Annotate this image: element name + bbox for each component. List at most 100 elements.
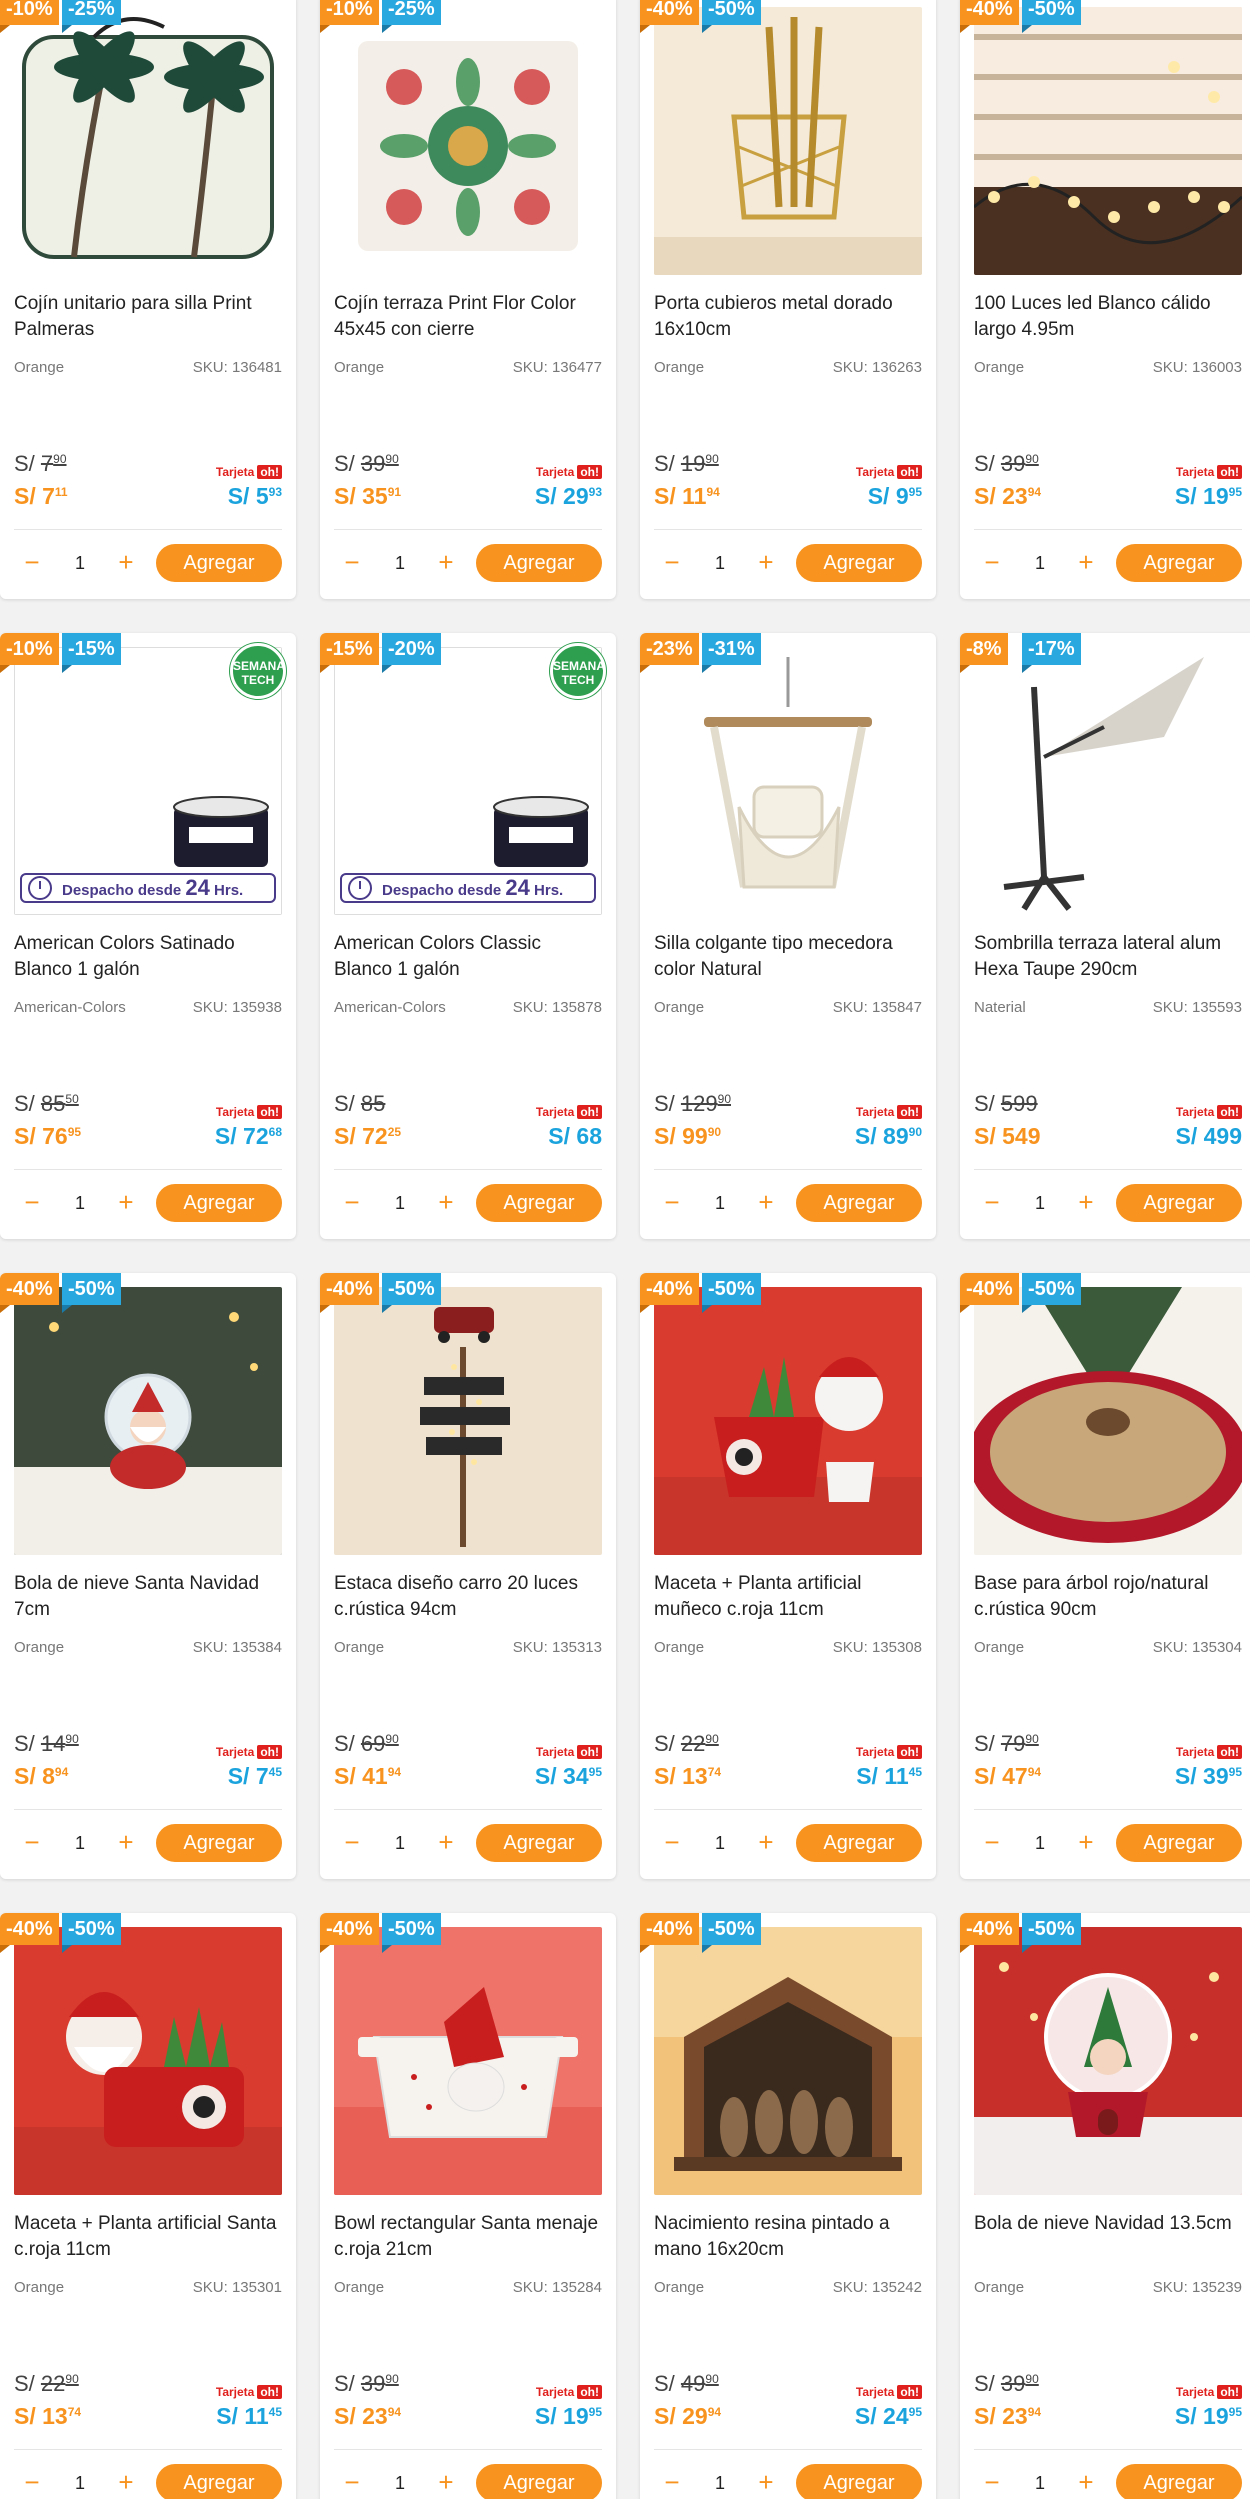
add-to-cart-button[interactable]: Agregar bbox=[1116, 544, 1242, 582]
product-image[interactable] bbox=[334, 1287, 602, 1555]
add-to-cart-button[interactable]: Agregar bbox=[1116, 2464, 1242, 2499]
product-name[interactable]: American Colors Satinado Blanco 1 galón bbox=[14, 931, 284, 983]
add-to-cart-button[interactable]: Agregar bbox=[1116, 1184, 1242, 1222]
product-name[interactable]: Porta cubieros metal dorado 16x10cm bbox=[654, 291, 924, 343]
product-image[interactable] bbox=[14, 1927, 282, 2195]
add-to-cart-button[interactable]: Agregar bbox=[476, 1184, 602, 1222]
minus-icon[interactable]: − bbox=[974, 1185, 1010, 1221]
quantity-value[interactable]: 1 bbox=[382, 545, 418, 581]
product-card[interactable]: -40% -50% Nacimiento resina pintado a mano… bbox=[640, 1913, 936, 2499]
plus-icon[interactable]: + bbox=[108, 2465, 144, 2499]
minus-icon[interactable]: − bbox=[974, 545, 1010, 581]
plus-icon[interactable]: + bbox=[748, 1185, 784, 1221]
minus-icon[interactable]: − bbox=[654, 1185, 690, 1221]
quantity-value[interactable]: 1 bbox=[1022, 2465, 1058, 2499]
product-image[interactable] bbox=[654, 1927, 922, 2195]
product-name[interactable]: Silla colgante tipo mecedora color Natur… bbox=[654, 931, 924, 983]
product-image[interactable] bbox=[654, 647, 922, 915]
minus-icon[interactable]: − bbox=[14, 2465, 50, 2499]
plus-icon[interactable]: + bbox=[108, 1185, 144, 1221]
quantity-value[interactable]: 1 bbox=[382, 1825, 418, 1861]
minus-icon[interactable]: − bbox=[974, 1825, 1010, 1861]
plus-icon[interactable]: + bbox=[748, 2465, 784, 2499]
add-to-cart-button[interactable]: Agregar bbox=[796, 2464, 922, 2499]
minus-icon[interactable]: − bbox=[654, 1825, 690, 1861]
plus-icon[interactable]: + bbox=[428, 2465, 464, 2499]
add-to-cart-button[interactable]: Agregar bbox=[156, 1184, 282, 1222]
plus-icon[interactable]: + bbox=[108, 545, 144, 581]
add-to-cart-button[interactable]: Agregar bbox=[476, 544, 602, 582]
minus-icon[interactable]: − bbox=[14, 1825, 50, 1861]
product-name[interactable]: Estaca diseño carro 20 luces c.rústica 9… bbox=[334, 1571, 604, 1623]
quantity-value[interactable]: 1 bbox=[1022, 1185, 1058, 1221]
quantity-value[interactable]: 1 bbox=[702, 1185, 738, 1221]
plus-icon[interactable]: + bbox=[1068, 1185, 1104, 1221]
product-card[interactable]: -40% -50% 100 Luces led Blanco cálido larg… bbox=[960, 0, 1250, 599]
product-card[interactable]: -40% -50% Bowl rectangular Santa menaje c.… bbox=[320, 1913, 616, 2499]
quantity-value[interactable]: 1 bbox=[382, 1185, 418, 1221]
add-to-cart-button[interactable]: Agregar bbox=[156, 2464, 282, 2499]
minus-icon[interactable]: − bbox=[334, 1825, 370, 1861]
plus-icon[interactable]: + bbox=[1068, 1825, 1104, 1861]
plus-icon[interactable]: + bbox=[428, 545, 464, 581]
quantity-value[interactable]: 1 bbox=[702, 2465, 738, 2499]
quantity-value[interactable]: 1 bbox=[382, 2465, 418, 2499]
product-card[interactable]: -8% -17% Sombrilla terraza lateral alum He… bbox=[960, 633, 1250, 1239]
product-name[interactable]: Cojín terraza Print Flor Color 45x45 con… bbox=[334, 291, 604, 343]
add-to-cart-button[interactable]: Agregar bbox=[796, 544, 922, 582]
product-card[interactable]: -10% -15% Despacho desde 24 Hrs. SEMANA TEC… bbox=[0, 633, 296, 1239]
plus-icon[interactable]: + bbox=[428, 1185, 464, 1221]
product-card[interactable]: -40% -50% Maceta + Planta artificial muñec… bbox=[640, 1273, 936, 1879]
product-name[interactable]: Base para árbol rojo/natural c.rústica 9… bbox=[974, 1571, 1244, 1623]
add-to-cart-button[interactable]: Agregar bbox=[476, 1824, 602, 1862]
plus-icon[interactable]: + bbox=[748, 1825, 784, 1861]
product-name[interactable]: Nacimiento resina pintado a mano 16x20cm bbox=[654, 2211, 924, 2263]
plus-icon[interactable]: + bbox=[748, 545, 784, 581]
minus-icon[interactable]: − bbox=[654, 2465, 690, 2499]
add-to-cart-button[interactable]: Agregar bbox=[796, 1824, 922, 1862]
quantity-value[interactable]: 1 bbox=[702, 545, 738, 581]
product-image[interactable] bbox=[654, 7, 922, 275]
product-card[interactable]: -40% -50% Estaca diseño carro 20 luces c.r… bbox=[320, 1273, 616, 1879]
product-image[interactable] bbox=[974, 1927, 1242, 2195]
minus-icon[interactable]: − bbox=[654, 545, 690, 581]
product-name[interactable]: Bowl rectangular Santa menaje c.roja 21c… bbox=[334, 2211, 604, 2263]
quantity-value[interactable]: 1 bbox=[1022, 1825, 1058, 1861]
minus-icon[interactable]: − bbox=[974, 2465, 1010, 2499]
product-card[interactable]: -40% -50% Base para árbol rojo/natural c.r… bbox=[960, 1273, 1250, 1879]
add-to-cart-button[interactable]: Agregar bbox=[796, 1184, 922, 1222]
product-name[interactable]: Cojín unitario para silla Print Palmeras bbox=[14, 291, 284, 343]
quantity-value[interactable]: 1 bbox=[62, 545, 98, 581]
product-card[interactable]: -23% -31% Silla colgante tipo mecedora col… bbox=[640, 633, 936, 1239]
product-name[interactable]: American Colors Classic Blanco 1 galón bbox=[334, 931, 604, 983]
quantity-value[interactable]: 1 bbox=[62, 1185, 98, 1221]
product-image[interactable] bbox=[654, 1287, 922, 1555]
add-to-cart-button[interactable]: Agregar bbox=[476, 2464, 602, 2499]
plus-icon[interactable]: + bbox=[1068, 2465, 1104, 2499]
plus-icon[interactable]: + bbox=[428, 1825, 464, 1861]
product-card[interactable]: -10% -25% Cojín unitario para silla Print … bbox=[0, 0, 296, 599]
add-to-cart-button[interactable]: Agregar bbox=[156, 1824, 282, 1862]
plus-icon[interactable]: + bbox=[108, 1825, 144, 1861]
add-to-cart-button[interactable]: Agregar bbox=[1116, 1824, 1242, 1862]
product-card[interactable]: -40% -50% Bola de nieve Navidad 13.5cm Oran… bbox=[960, 1913, 1250, 2499]
quantity-value[interactable]: 1 bbox=[62, 2465, 98, 2499]
minus-icon[interactable]: − bbox=[334, 545, 370, 581]
product-card[interactable]: -10% -25% Cojín terraza Print Flor Color 4… bbox=[320, 0, 616, 599]
product-card[interactable]: -15% -20% Despacho desde 24 Hrs. SEMANA TEC… bbox=[320, 633, 616, 1239]
product-image[interactable] bbox=[334, 1927, 602, 2195]
plus-icon[interactable]: + bbox=[1068, 545, 1104, 581]
product-name[interactable]: Maceta + Planta artificial Santa c.roja … bbox=[14, 2211, 284, 2263]
product-image[interactable] bbox=[974, 647, 1242, 915]
product-name[interactable]: 100 Luces led Blanco cálido largo 4.95m bbox=[974, 291, 1244, 343]
product-card[interactable]: -40% -50% Porta cubieros metal dorado 16x1… bbox=[640, 0, 936, 599]
minus-icon[interactable]: − bbox=[14, 545, 50, 581]
minus-icon[interactable]: − bbox=[334, 1185, 370, 1221]
product-image[interactable] bbox=[14, 1287, 282, 1555]
quantity-value[interactable]: 1 bbox=[702, 1825, 738, 1861]
minus-icon[interactable]: − bbox=[14, 1185, 50, 1221]
product-image[interactable] bbox=[14, 7, 282, 275]
quantity-value[interactable]: 1 bbox=[62, 1825, 98, 1861]
product-card[interactable]: -40% -50% Maceta + Planta artificial Santa… bbox=[0, 1913, 296, 2499]
quantity-value[interactable]: 1 bbox=[1022, 545, 1058, 581]
